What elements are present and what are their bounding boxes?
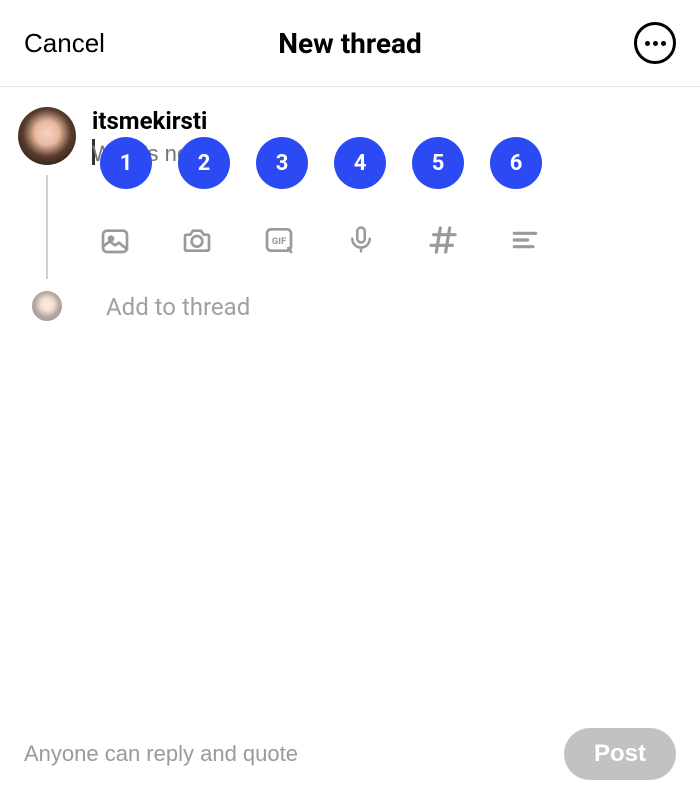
camera-icon[interactable] xyxy=(180,223,214,257)
annotation-2: 2 xyxy=(178,137,230,189)
header: Cancel New thread xyxy=(0,0,700,87)
attachment-toolbar: GIF xyxy=(92,223,676,257)
svg-text:GIF: GIF xyxy=(272,236,286,247)
gallery-icon[interactable] xyxy=(98,223,132,257)
username: itsmekirsti xyxy=(92,107,676,135)
annotation-4: 4 xyxy=(334,137,386,189)
post-button[interactable]: Post xyxy=(564,728,676,780)
compose-area: itsmekirsti xyxy=(0,87,700,321)
poll-icon[interactable] xyxy=(508,223,542,257)
reply-settings-button[interactable]: Anyone can reply and quote xyxy=(24,741,298,767)
footer: Anyone can reply and quote Post xyxy=(0,710,700,800)
cancel-button[interactable]: Cancel xyxy=(24,28,105,59)
page-title: New thread xyxy=(278,27,421,60)
annotation-1: 1 xyxy=(100,137,152,189)
more-options-button[interactable] xyxy=(634,22,676,64)
add-to-thread-label: Add to thread xyxy=(106,293,250,321)
thread-connector-line xyxy=(46,175,48,279)
mic-icon[interactable] xyxy=(344,223,378,257)
annotation-6: 6 xyxy=(490,137,542,189)
annotation-3: 3 xyxy=(256,137,308,189)
add-to-thread-row[interactable]: Add to thread xyxy=(0,293,676,321)
annotation-5: 5 xyxy=(412,137,464,189)
avatar[interactable] xyxy=(18,107,76,165)
hashtag-icon[interactable] xyxy=(426,223,460,257)
avatar-small xyxy=(32,291,62,321)
gif-icon[interactable]: GIF xyxy=(262,223,296,257)
